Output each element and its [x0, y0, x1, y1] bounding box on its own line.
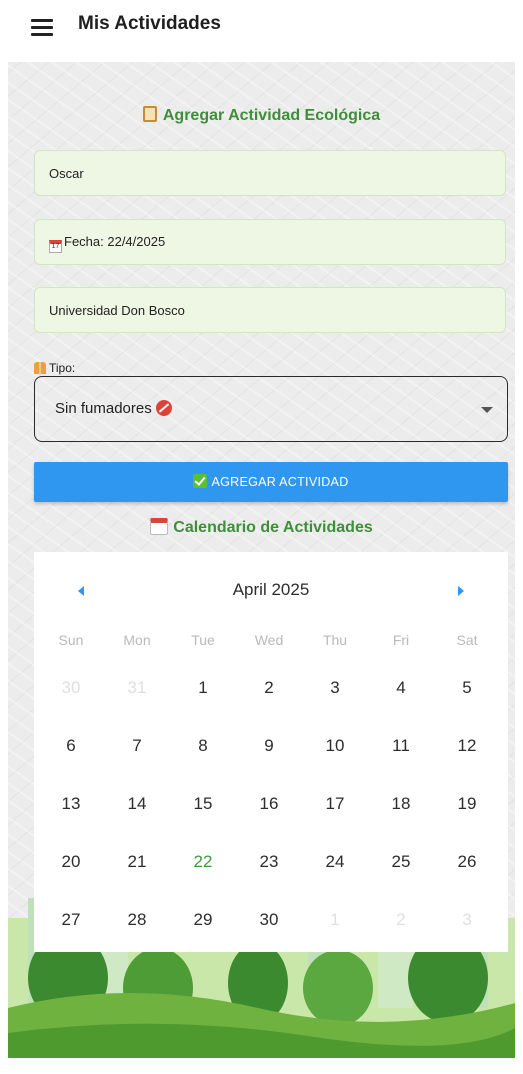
- calendar-day[interactable]: 21: [104, 842, 170, 882]
- calendar-day[interactable]: 3: [434, 900, 500, 940]
- calendar-day[interactable]: 2: [236, 668, 302, 708]
- date-field[interactable]: 17 Fecha: 22/4/2025: [34, 219, 506, 265]
- weekday-header: Thu: [322, 632, 348, 648]
- calendar-day[interactable]: 9: [236, 726, 302, 766]
- calendar-day[interactable]: 3: [302, 668, 368, 708]
- calendar-day[interactable]: 30: [236, 900, 302, 940]
- calendar-day[interactable]: 11: [368, 726, 434, 766]
- name-field[interactable]: [34, 150, 506, 196]
- calendar-day[interactable]: 1: [170, 668, 236, 708]
- tipo-select-value: Sin fumadores: [55, 400, 172, 417]
- weekday-header: Sat: [456, 632, 478, 648]
- calendar: April 2025 Sun Mon Tue Wed Thu Fri Sat 30 31 1 2 3 4…: [34, 552, 508, 952]
- people-icon: [34, 362, 46, 374]
- calendar-day[interactable]: 30: [38, 668, 104, 708]
- page-title: Mis Actividades: [78, 13, 221, 34]
- calendar-day[interactable]: 12: [434, 726, 500, 766]
- menu-icon[interactable]: [31, 18, 53, 36]
- calendar-icon: [150, 518, 169, 535]
- calendar-date-icon: 17: [49, 240, 62, 253]
- chevron-down-icon[interactable]: [481, 407, 493, 413]
- calendar-day[interactable]: 6: [38, 726, 104, 766]
- calendar-day[interactable]: 19: [434, 784, 500, 824]
- calendar-day[interactable]: 1: [302, 900, 368, 940]
- weekday-header: Fri: [392, 632, 410, 648]
- calendar-day[interactable]: 7: [104, 726, 170, 766]
- add-activity-button[interactable]: AGREGAR ACTIVIDAD: [34, 462, 508, 502]
- date-label: Fecha: 22/4/2025: [64, 234, 166, 249]
- calendar-day[interactable]: 4: [368, 668, 434, 708]
- calendar-day[interactable]: 16: [236, 784, 302, 824]
- calendar-day[interactable]: 17: [302, 784, 368, 824]
- tipo-select[interactable]: Sin fumadores: [34, 376, 508, 442]
- calendar-day[interactable]: 27: [38, 900, 104, 940]
- no-smoking-icon: [155, 400, 172, 416]
- checkmark-icon: [193, 474, 208, 488]
- place-input[interactable]: [49, 288, 491, 332]
- weekday-header: Wed: [254, 632, 284, 648]
- calendar-day[interactable]: 24: [302, 842, 368, 882]
- place-field[interactable]: [34, 287, 506, 333]
- calendar-day[interactable]: 13: [38, 784, 104, 824]
- calendar-day[interactable]: 29: [170, 900, 236, 940]
- month-label: April 2025: [232, 580, 310, 599]
- calendar-header: April 2025: [34, 552, 508, 626]
- weekday-header: Tue: [191, 632, 215, 648]
- calendar-day[interactable]: 28: [104, 900, 170, 940]
- calendar-day[interactable]: 31: [104, 668, 170, 708]
- calendar-day[interactable]: 2: [368, 900, 434, 940]
- calendar-day[interactable]: 20: [38, 842, 104, 882]
- app-bar: Mis Actividades: [0, 0, 523, 60]
- calendar-day[interactable]: 23: [236, 842, 302, 882]
- tipo-label: Tipo:: [34, 361, 75, 375]
- calendar-day[interactable]: 14: [104, 784, 170, 824]
- calendar-day[interactable]: 10: [302, 726, 368, 766]
- clipboard-icon: [142, 106, 157, 122]
- form-title: Agregar Actividad Ecológica: [0, 106, 523, 125]
- calendar-day[interactable]: 5: [434, 668, 500, 708]
- calendar-day[interactable]: 22: [170, 842, 236, 882]
- calendar-day[interactable]: 18: [368, 784, 434, 824]
- weekday-header: Sun: [58, 632, 84, 648]
- calendar-day[interactable]: 25: [368, 842, 434, 882]
- calendar-day[interactable]: 26: [434, 842, 500, 882]
- calendar-day[interactable]: 8: [170, 726, 236, 766]
- next-month-icon[interactable]: [458, 586, 464, 596]
- name-input[interactable]: [49, 151, 491, 195]
- calendar-day[interactable]: 15: [170, 784, 236, 824]
- weekday-header: Mon: [123, 632, 151, 648]
- calendar-title: Calendario de Actividades: [0, 518, 523, 537]
